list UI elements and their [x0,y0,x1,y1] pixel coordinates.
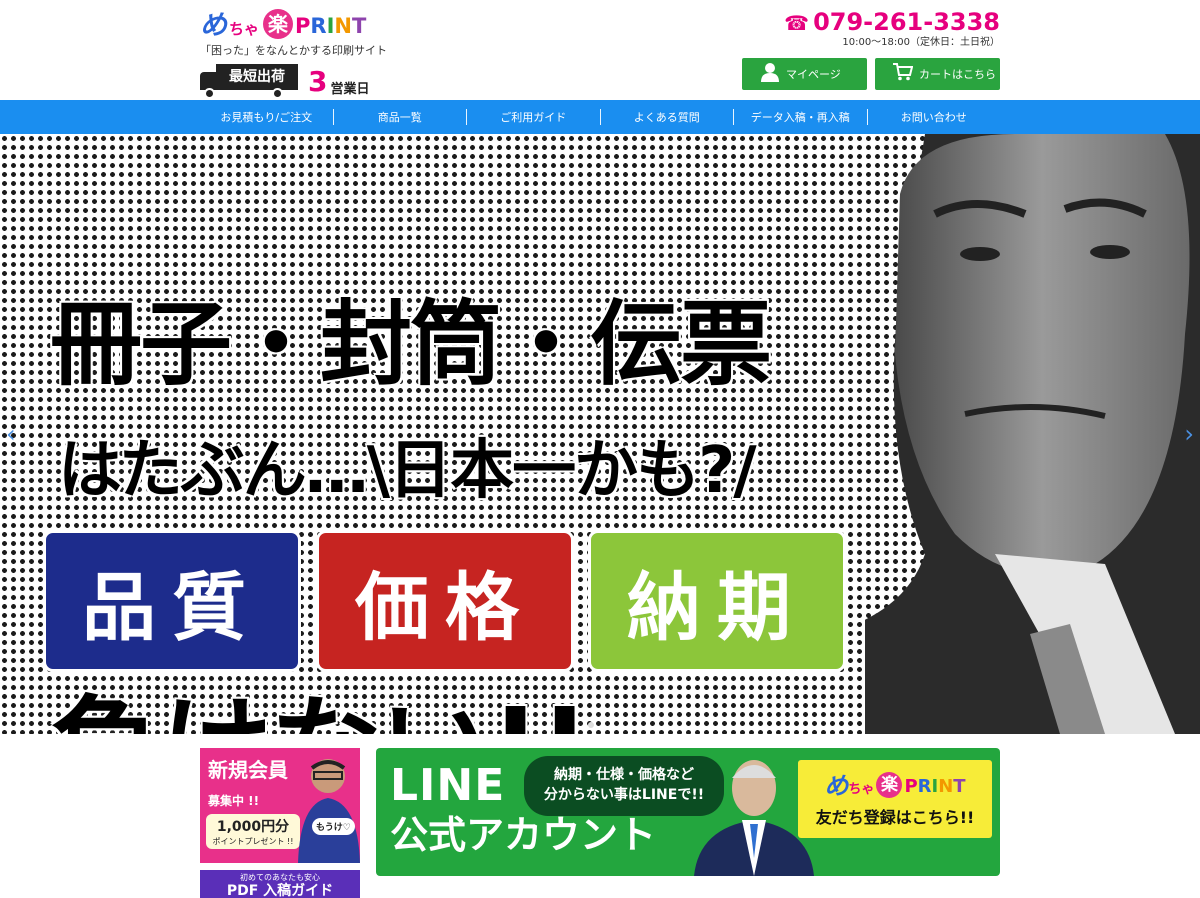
contact-info: ☎ 079-261-3338 10:00〜18:00（定休日：土日祝） [784,8,1000,49]
logo-print-letter: I [326,14,335,38]
cta-logo-print-letter: R [917,776,932,797]
cta-logo-print-letter: N [938,776,954,797]
member-points-sub: ポイントプレゼント !! [212,837,294,846]
mypage-label: マイページ [786,68,841,81]
line-official-banner[interactable]: LINE 公式アカウント 納期・仕様・価格など 分からない事はLINEで!! め… [376,748,1000,876]
pdf-guide-title: PDF 入稿ガイド [226,883,334,898]
logo-print: PRINT [295,16,366,37]
shipping-unit: 営業日 [330,81,370,97]
mypage-button[interactable]: マイページ [742,58,867,90]
cta-logo-cha: ちゃ [848,782,875,797]
keyword-delivery: 納期 [588,530,846,672]
phone-text: 079-261-3338 [813,8,1000,36]
member-banner-person-image [298,759,360,863]
hero-slider: 冊子・封筒・伝票 はたぶん…\日本一かも?/ 品質 価格 納期 負けない!! ‹… [0,134,1200,734]
phone-icon: ☎ [784,11,810,35]
site-logo[interactable]: め ちゃ 楽 PRINT 「困った」をなんとかする印刷サイト 最短出荷 3 営業… [200,5,387,99]
nav-item-guide[interactable]: ご利用ガイド [467,109,600,125]
hero-tagline: 負けない!! [50,694,590,734]
slider-dot[interactable] [588,722,594,728]
nav-item-faq[interactable]: よくある質問 [601,109,734,125]
truck-icon: 最短出荷 [200,64,300,100]
logo-me: め [200,10,227,41]
shipping-badge: 最短出荷 3 営業日 [200,64,380,100]
cta-logo-print-letter: I [931,776,939,797]
cta-logo-print-letter: T [953,776,966,797]
business-hours: 10:00〜18:00（定休日：土日祝） [842,37,1000,48]
header-buttons: マイページ カートはこちら [742,58,1000,90]
logo-tagline: 「困った」をなんとかする印刷サイト [200,44,387,57]
phone-number[interactable]: ☎ 079-261-3338 [784,8,1000,37]
cta-logo-print: PRINT [904,778,965,796]
line-banner-person-image [694,760,814,876]
shipping-days: 3 [308,65,328,98]
nav-item-products[interactable]: 商品一覧 [334,109,467,125]
member-banner-title: 新規会員 [208,758,288,782]
shipping-badge-label: 最短出荷 [216,64,298,90]
logo-print-letter: T [352,14,367,38]
nav-divider [599,109,601,125]
new-member-banner[interactable]: 新規会員 募集中 !! 1,000円分 ポイントプレゼント !! もうけ♡ [200,748,360,863]
pdf-guide-banner[interactable]: 初めてのあなたも安心 PDF 入稿ガイド [200,870,360,898]
chevron-left-icon[interactable]: ‹ [6,422,16,446]
keyword-price: 価格 [316,530,574,672]
hero-subheadline: はたぶん…\日本一かも?/ [58,434,757,508]
logo-print-letter: P [295,14,311,38]
member-banner-sub: 募集中 !! [208,794,260,808]
nav-divider [733,109,734,125]
member-points-badge: 1,000円分 ポイントプレゼント !! [206,814,300,849]
member-points: 1,000円分 [216,819,290,835]
slider-dots [588,722,594,728]
logo-print-letter: N [334,14,352,38]
cart-label: カートはこちら [919,68,996,81]
site-header: め ちゃ 楽 PRINT 「困った」をなんとかする印刷サイト 最短出荷 3 営業… [0,0,1200,100]
chevron-right-icon[interactable]: › [1184,422,1194,446]
logo-wordmark: め ちゃ 楽 PRINT [200,5,380,39]
hero-person-image [865,134,1200,734]
nav-divider [866,109,868,125]
person-icon [760,62,780,86]
nav-divider [466,109,467,125]
cart-button[interactable]: カートはこちら [875,58,1000,90]
logo-raku: 楽 [263,9,294,39]
cta-logo-raku: 楽 [876,772,903,798]
nav-item-contact[interactable]: お問い合わせ [868,109,1001,125]
line-cta-logo: め ちゃ 楽 PRINT [798,770,992,798]
logo-print-letter: R [310,14,327,38]
line-cta-text: 友だち登録はこちら!! [815,808,975,827]
nav-item-data-upload[interactable]: データ入稿・再入稿 [734,109,867,125]
member-speech-bubble: もうけ♡ [312,818,355,835]
main-nav: お見積もり/ご注文 商品一覧 ご利用ガイド よくある質問 データ入稿・再入稿 お… [0,100,1200,134]
cta-logo-print-letter: P [904,776,918,797]
pdf-guide-sub: 初めてのあなたも安心 [240,873,320,882]
line-add-friend-cta[interactable]: め ちゃ 楽 PRINT 友だち登録はこちら!! [798,760,992,838]
hero-headline: 冊子・封筒・伝票 [50,291,772,398]
logo-cha: ちゃ [229,20,260,38]
line-banner-subtitle: 公式アカウント [390,813,657,857]
cart-icon [893,63,914,85]
nav-item-estimate-order[interactable]: お見積もり/ご注文 [200,109,333,125]
cta-logo-me: め [824,772,849,800]
nav-divider [332,109,334,125]
promo-banners: 新規会員 募集中 !! 1,000円分 ポイントプレゼント !! もうけ♡ 初め… [0,734,1200,898]
keyword-quality: 品質 [43,530,301,672]
line-banner-title: LINE [390,760,506,811]
